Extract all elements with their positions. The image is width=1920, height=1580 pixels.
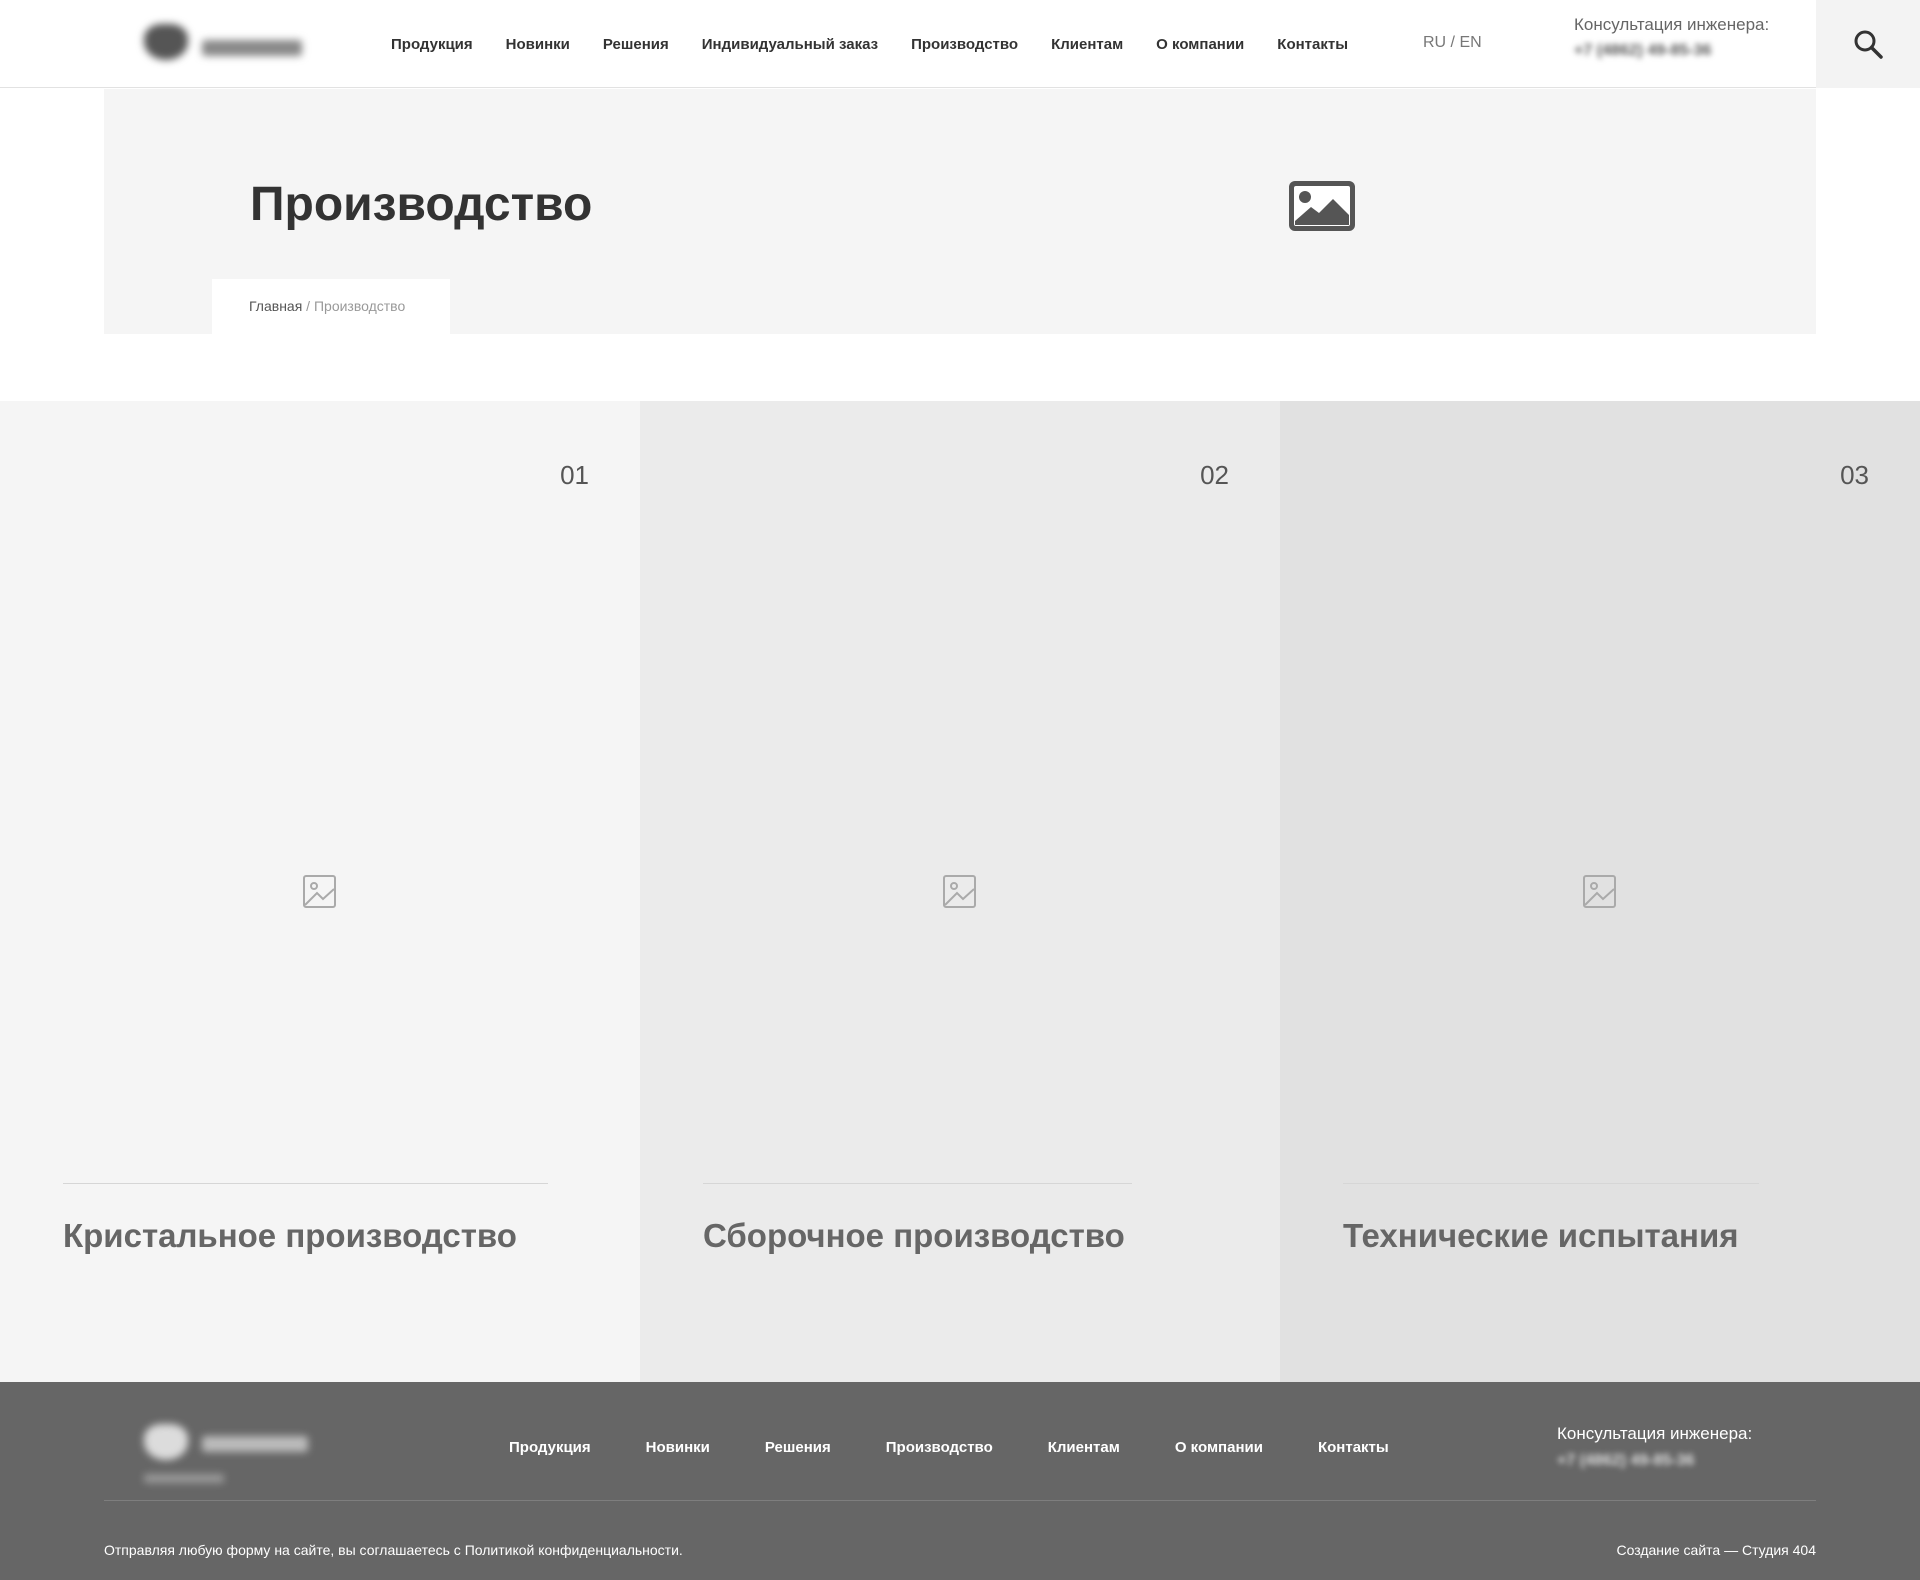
logo-wordmark bbox=[202, 40, 302, 56]
site-credit-link[interactable]: Создание сайта — Студия 404 bbox=[1617, 1542, 1817, 1558]
nav-item-custom-order[interactable]: Индивидуальный заказ bbox=[702, 36, 878, 53]
section-divider bbox=[703, 1183, 1132, 1184]
image-placeholder-icon bbox=[1583, 875, 1616, 908]
nav-item-contacts[interactable]: Контакты bbox=[1277, 36, 1348, 53]
search-icon bbox=[1854, 30, 1883, 59]
search-button[interactable] bbox=[1816, 0, 1920, 88]
footer-nav: Продукция Новинки Решения Производство К… bbox=[509, 1382, 1444, 1512]
section-number: 01 bbox=[560, 460, 589, 490]
footer-consultation-label: Консультация инженера: bbox=[1557, 1424, 1753, 1443]
nav-item-new[interactable]: Новинки bbox=[506, 36, 570, 53]
footer-divider bbox=[104, 1500, 1816, 1501]
footer-nav-solutions[interactable]: Решения bbox=[765, 1439, 831, 1456]
page-title: Производство bbox=[250, 178, 593, 231]
section-divider bbox=[1343, 1183, 1759, 1184]
section-title[interactable]: Сборочное производство bbox=[703, 1217, 1125, 1255]
footer-logo[interactable] bbox=[140, 1422, 320, 1492]
nav-item-production[interactable]: Производство bbox=[911, 36, 1018, 53]
footer-engineer-consultation: Консультация инженера: +7 (4862) 49-85-3… bbox=[1557, 1424, 1752, 1470]
breadcrumb-separator: / bbox=[302, 298, 314, 314]
footer-nav-new[interactable]: Новинки bbox=[646, 1439, 710, 1456]
nav-item-solutions[interactable]: Решения bbox=[603, 36, 669, 53]
site-footer: Продукция Новинки Решения Производство К… bbox=[0, 1382, 1920, 1580]
main-nav: Продукция Новинки Решения Индивидуальный… bbox=[391, 0, 1381, 88]
section-number: 03 bbox=[1840, 460, 1869, 490]
privacy-policy-notice[interactable]: Отправляя любую форму на сайте, вы согла… bbox=[104, 1542, 683, 1558]
breadcrumb-home[interactable]: Главная bbox=[249, 298, 302, 314]
logo-mark bbox=[144, 24, 188, 60]
section-card-assembly[interactable]: 02 Сборочное производство bbox=[640, 401, 1280, 1382]
footer-nav-products[interactable]: Продукция bbox=[509, 1439, 591, 1456]
footer-logo-wordmark bbox=[202, 1436, 308, 1452]
footer-nav-about[interactable]: О компании bbox=[1175, 1439, 1263, 1456]
breadcrumb: Главная / Производство bbox=[212, 279, 450, 334]
section-number: 02 bbox=[1200, 460, 1229, 490]
image-icon bbox=[1289, 181, 1355, 231]
site-header: Продукция Новинки Решения Индивидуальный… bbox=[0, 0, 1920, 88]
consultation-phone[interactable]: +7 (4862) 49-85-36 bbox=[1574, 42, 1769, 60]
breadcrumb-current: Производство bbox=[313, 298, 406, 314]
footer-logo-mark bbox=[144, 1424, 188, 1460]
footer-consultation-phone[interactable]: +7 (4862) 49-85-36 bbox=[1557, 1452, 1752, 1470]
footer-nav-contacts[interactable]: Контакты bbox=[1318, 1439, 1389, 1456]
section-card-crystal[interactable]: 01 Кристальное производство bbox=[0, 401, 640, 1382]
footer-nav-production[interactable]: Производство bbox=[886, 1439, 993, 1456]
section-divider bbox=[63, 1183, 548, 1184]
section-card-testing[interactable]: 03 Технические испытания bbox=[1280, 401, 1920, 1382]
nav-item-products[interactable]: Продукция bbox=[391, 36, 473, 53]
language-switcher[interactable]: RU / EN bbox=[1423, 34, 1482, 52]
section-title[interactable]: Кристальное производство bbox=[63, 1217, 517, 1255]
nav-item-about[interactable]: О компании bbox=[1156, 36, 1244, 53]
image-placeholder-icon bbox=[943, 875, 976, 908]
footer-nav-clients[interactable]: Клиентам bbox=[1048, 1439, 1120, 1456]
engineer-consultation: Консультация инженера: +7 (4862) 49-85-3… bbox=[1574, 15, 1769, 60]
production-sections: 01 Кристальное производство 02 Сборочное… bbox=[0, 401, 1920, 1382]
nav-item-clients[interactable]: Клиентам bbox=[1051, 36, 1123, 53]
footer-logo-subtitle bbox=[144, 1474, 224, 1483]
logo[interactable] bbox=[140, 20, 310, 68]
consultation-label: Консультация инженера: bbox=[1574, 15, 1770, 34]
image-placeholder-icon bbox=[303, 875, 336, 908]
section-title[interactable]: Технические испытания bbox=[1343, 1217, 1739, 1255]
page-hero: Производство Главная / Производство bbox=[104, 89, 1816, 334]
